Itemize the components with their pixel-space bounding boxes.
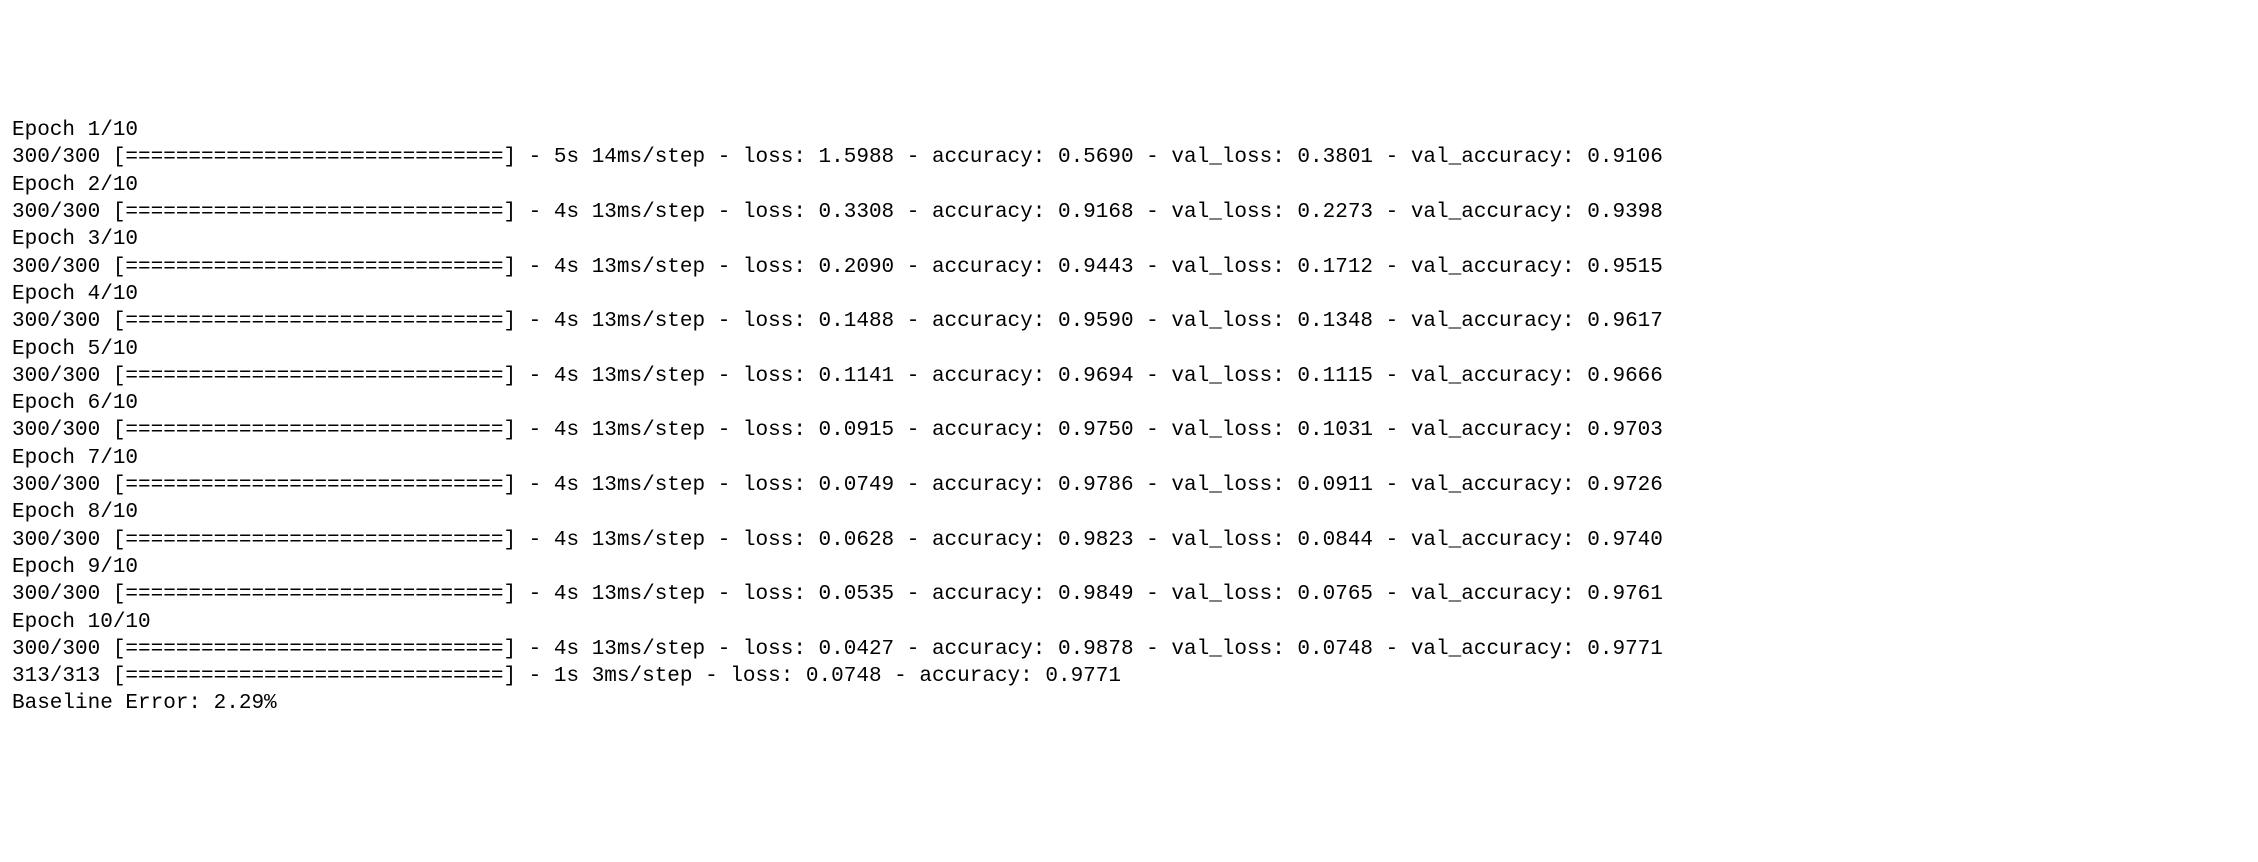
epoch-header: Epoch 1/10 — [12, 117, 2246, 144]
epoch-metrics: 300/300 [==============================]… — [12, 254, 2246, 281]
epoch-header: Epoch 6/10 — [12, 390, 2246, 417]
epoch-metrics: 300/300 [==============================]… — [12, 527, 2246, 554]
evaluation-metrics: 313/313 [==============================]… — [12, 663, 2246, 690]
terminal-output: Epoch 1/10300/300 [=====================… — [12, 117, 2246, 718]
epoch-metrics: 300/300 [==============================]… — [12, 199, 2246, 226]
epoch-metrics: 300/300 [==============================]… — [12, 308, 2246, 335]
epoch-metrics: 300/300 [==============================]… — [12, 144, 2246, 171]
baseline-error: Baseline Error: 2.29% — [12, 690, 2246, 717]
epoch-header: Epoch 9/10 — [12, 554, 2246, 581]
epoch-header: Epoch 8/10 — [12, 499, 2246, 526]
epoch-header: Epoch 4/10 — [12, 281, 2246, 308]
epoch-header: Epoch 10/10 — [12, 609, 2246, 636]
epoch-header: Epoch 7/10 — [12, 445, 2246, 472]
epoch-header: Epoch 5/10 — [12, 336, 2246, 363]
epoch-header: Epoch 3/10 — [12, 226, 2246, 253]
epoch-metrics: 300/300 [==============================]… — [12, 581, 2246, 608]
epoch-metrics: 300/300 [==============================]… — [12, 636, 2246, 663]
epoch-metrics: 300/300 [==============================]… — [12, 363, 2246, 390]
epoch-header: Epoch 2/10 — [12, 172, 2246, 199]
epoch-metrics: 300/300 [==============================]… — [12, 417, 2246, 444]
epoch-metrics: 300/300 [==============================]… — [12, 472, 2246, 499]
